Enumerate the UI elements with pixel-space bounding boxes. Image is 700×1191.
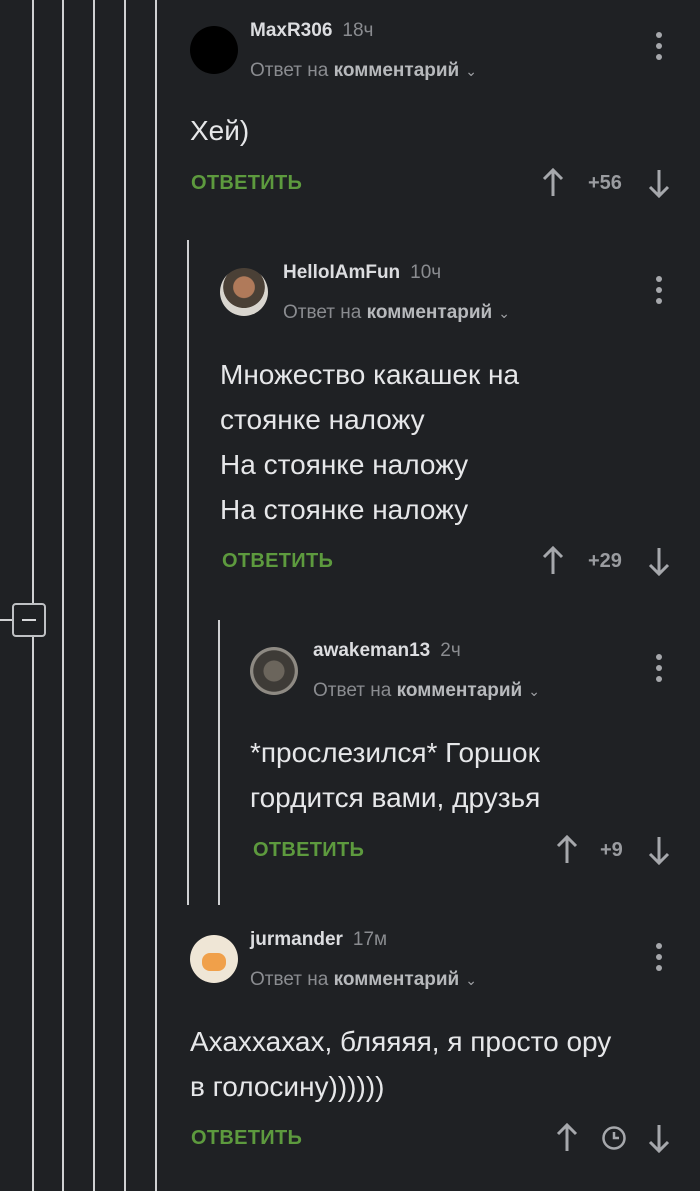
comment-line: На стоянке наложу (220, 494, 469, 525)
reply-button[interactable]: ОТВЕТИТЬ (191, 1127, 302, 1150)
comment-author[interactable]: awakeman13 2ч (313, 640, 461, 662)
upvote-icon[interactable] (541, 168, 565, 198)
thread-line (155, 0, 157, 1191)
comment-author[interactable]: MaxR306 18ч (250, 20, 373, 42)
more-menu-icon[interactable] (654, 32, 664, 62)
thread-line (187, 240, 189, 905)
downvote-icon[interactable] (647, 1123, 671, 1153)
comment-author[interactable]: HelloIAmFun 10ч (283, 262, 441, 284)
more-menu-icon[interactable] (654, 654, 664, 684)
chevron-down-icon: ⌄ (498, 305, 510, 321)
thread-connector (0, 619, 12, 621)
collapse-thread-button[interactable] (12, 603, 46, 637)
reply-button[interactable]: ОТВЕТИТЬ (253, 839, 364, 862)
clock-icon (602, 1126, 626, 1150)
thread-line (218, 620, 220, 905)
thread-line (124, 0, 126, 1191)
avatar[interactable] (220, 268, 268, 316)
comment-time: 18ч (342, 20, 374, 41)
comment-time: 10ч (410, 262, 442, 283)
reply-button[interactable]: ОТВЕТИТЬ (191, 172, 302, 195)
avatar[interactable] (190, 26, 238, 74)
rating: +9 (600, 839, 623, 861)
downvote-icon[interactable] (647, 835, 671, 865)
thread-line (32, 637, 34, 1191)
comment-text: *прослезился* Горшок гордится вами, друз… (250, 730, 540, 820)
comment-text: Хей) (190, 115, 250, 146)
comment-line: Ахаххахах, бляяяя, я просто ору (190, 1026, 612, 1057)
comment-line: На стоянке наложу (220, 449, 469, 480)
more-menu-icon[interactable] (654, 276, 664, 306)
avatar-face (202, 953, 226, 971)
avatar[interactable] (250, 647, 298, 695)
chevron-down-icon: ⌄ (465, 63, 477, 79)
rating: +29 (588, 550, 622, 572)
thread-line (62, 0, 64, 1191)
comment-time: 2ч (440, 640, 461, 661)
comment-line: гордится вами, друзья (250, 782, 541, 813)
reply-to-link[interactable]: Ответ на комментарий ⌄ (283, 302, 510, 324)
downvote-icon[interactable] (647, 168, 671, 198)
thread-line (32, 0, 34, 603)
comment-line: *прослезился* Горшок (250, 737, 540, 768)
more-menu-icon[interactable] (654, 943, 664, 973)
comment-text: Множество какашек на стоянке наложу На с… (220, 352, 519, 532)
downvote-icon[interactable] (647, 546, 671, 576)
reply-to-link[interactable]: Ответ на комментарий ⌄ (250, 60, 477, 82)
avatar[interactable] (190, 935, 238, 983)
chevron-down-icon: ⌄ (528, 683, 540, 699)
reply-button[interactable]: ОТВЕТИТЬ (222, 550, 333, 573)
comment-line: стоянке наложу (220, 404, 425, 435)
comment-thread: MaxR306 18ч Ответ на комментарий ⌄ Хей) ОТ… (0, 0, 700, 1191)
upvote-icon[interactable] (555, 835, 579, 865)
rating: +56 (588, 172, 622, 194)
chevron-down-icon: ⌄ (465, 972, 477, 988)
reply-to-link[interactable]: Ответ на комментарий ⌄ (313, 680, 540, 702)
upvote-icon[interactable] (541, 546, 565, 576)
thread-line (93, 0, 95, 1191)
comment-line: Множество какашек на (220, 359, 520, 390)
comment-line: в голосину)))))) (190, 1071, 385, 1102)
reply-to-link[interactable]: Ответ на комментарий ⌄ (250, 969, 477, 991)
comment-author[interactable]: jurmander 17м (250, 929, 387, 951)
comment-time: 17м (352, 929, 388, 950)
upvote-icon[interactable] (555, 1123, 579, 1153)
comment-text: Ахаххахах, бляяяя, я просто ору в голоси… (190, 1019, 611, 1109)
